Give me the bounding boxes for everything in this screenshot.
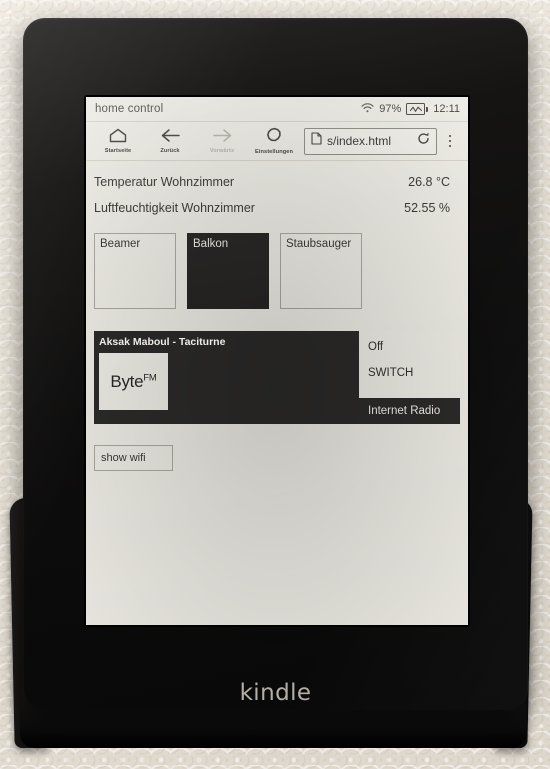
tile-beamer[interactable]: Beamer bbox=[94, 233, 176, 309]
menu-label-off: Off bbox=[368, 340, 384, 353]
tile-label-beamer: Beamer bbox=[100, 238, 141, 250]
tile-staubsauger[interactable]: Staubsauger bbox=[280, 233, 362, 309]
status-bar-title: home control bbox=[95, 103, 164, 115]
tile-label-balkon: Balkon bbox=[193, 238, 229, 250]
show-wifi-label: show wifi bbox=[101, 452, 146, 464]
arrow-left-icon bbox=[160, 128, 181, 148]
menu-item-off[interactable]: Off bbox=[359, 331, 460, 359]
url-bar[interactable]: s/index.html bbox=[304, 127, 437, 155]
sensor-label-humidity: Luftfeuchtigkeit Wohnzimmer bbox=[94, 201, 255, 215]
clock-label: 12:11 bbox=[433, 103, 460, 115]
kebab-menu-icon[interactable] bbox=[439, 134, 461, 148]
page-content: Temperatur Wohnzimmer 26.8 °C Luftfeucht… bbox=[86, 161, 468, 471]
radio-source-menu: Off SWITCH Internet Radio bbox=[359, 331, 460, 424]
tile-label-staubsauger: Staubsauger bbox=[286, 238, 352, 250]
now-playing-label: Aksak Maboul - Taciturne bbox=[99, 336, 226, 348]
menu-item-internet-radio[interactable]: Internet Radio bbox=[359, 398, 460, 424]
url-text: s/index.html bbox=[327, 134, 392, 148]
sensor-value-temperature: 26.8 °C bbox=[408, 175, 450, 189]
device-tiles: Beamer Balkon Staubsauger bbox=[86, 221, 468, 309]
sensor-row-temperature: Temperatur Wohnzimmer 26.8 °C bbox=[86, 169, 468, 195]
menu-spacer bbox=[359, 387, 460, 398]
home-icon bbox=[108, 128, 128, 148]
sensor-label-temperature: Temperatur Wohnzimmer bbox=[94, 175, 235, 189]
menu-item-switch[interactable]: SWITCH bbox=[359, 359, 460, 387]
gear-icon bbox=[265, 127, 284, 149]
arrow-right-icon bbox=[212, 128, 233, 148]
menu-label-switch: SWITCH bbox=[368, 367, 414, 379]
toolbar-label-settings: Einstellungen bbox=[255, 148, 293, 155]
station-logo-name: Byte bbox=[110, 371, 144, 391]
toolbar-button-back[interactable]: Zurück bbox=[144, 128, 196, 155]
tile-balkon[interactable]: Balkon bbox=[187, 233, 269, 309]
toolbar-button-settings[interactable]: Einstellungen bbox=[248, 127, 300, 156]
battery-percent-label: 97% bbox=[379, 103, 402, 115]
kindle-brand-label: kindle bbox=[239, 680, 312, 706]
toolbar-button-home[interactable]: Startseite bbox=[92, 128, 144, 155]
toolbar-button-forward[interactable]: Vorwärts bbox=[196, 128, 248, 155]
station-logo-suffix: FM bbox=[143, 372, 157, 384]
toolbar-label-forward: Vorwärts bbox=[209, 147, 235, 154]
battery-charging-icon bbox=[406, 103, 429, 115]
status-bar: home control 97% 12:11 bbox=[86, 97, 468, 121]
wifi-icon bbox=[361, 102, 374, 116]
station-logo: ByteFM bbox=[99, 353, 168, 410]
eink-screen: home control 97% 12:11 Startseite Zurück… bbox=[86, 97, 468, 625]
sensor-row-humidity: Luftfeuchtigkeit Wohnzimmer 52.55 % bbox=[86, 195, 468, 221]
sensor-value-humidity: 52.55 % bbox=[404, 201, 450, 215]
reload-icon[interactable] bbox=[417, 132, 430, 150]
page-icon bbox=[311, 132, 322, 150]
toolbar-label-home: Startseite bbox=[104, 147, 132, 154]
radio-panel: Aksak Maboul - Taciturne ByteFM Off SWIT… bbox=[94, 331, 460, 424]
photo-scene: kindle home control 97% 12:11 Startseite… bbox=[0, 0, 550, 769]
toolbar-label-back: Zurück bbox=[160, 147, 180, 154]
radio-now-playing-area: Aksak Maboul - Taciturne ByteFM bbox=[94, 331, 359, 424]
menu-label-internet-radio: Internet Radio bbox=[368, 405, 441, 417]
browser-toolbar: Startseite Zurück Vorwärts Einstellungen… bbox=[86, 121, 468, 161]
status-bar-indicators: 97% 12:11 bbox=[361, 102, 460, 116]
show-wifi-button[interactable]: show wifi bbox=[94, 445, 173, 471]
